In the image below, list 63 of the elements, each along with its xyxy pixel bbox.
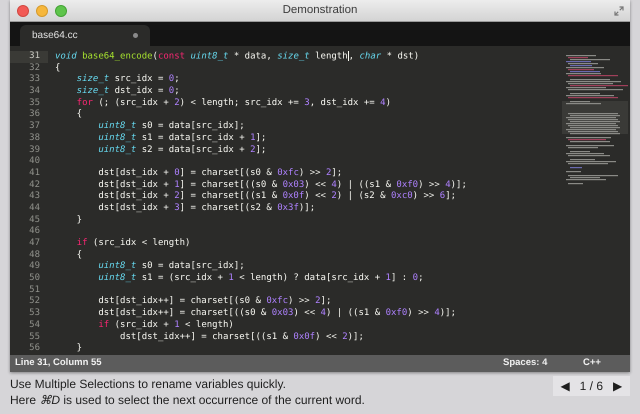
code-line: dst[dst_idx++] = charset[((s1 & 0x0f) << 2)]; — [119, 332, 364, 344]
line-number: 33 — [28, 74, 41, 86]
line-number: 32 — [28, 62, 41, 74]
next-button[interactable]: ▶ — [613, 377, 622, 395]
line-number: 35 — [28, 98, 41, 109]
zoom-button[interactable] — [55, 4, 67, 16]
line-number: 51 — [28, 284, 41, 296]
fullscreen-icon[interactable] — [614, 6, 624, 16]
code-line: uint8_t s1 = data[src_idx + 1]; — [97, 132, 266, 144]
line-number: 49 — [28, 261, 41, 273]
caption-text: Here ⌘D is used to select the next occurrence of the current word. — [10, 392, 366, 408]
line-number: 47 — [28, 238, 41, 250]
code-line: uint8_t s1 = (src_idx + 1 < length) ? data[src_idx + 1] : 0; — [97, 273, 424, 285]
line-number: 46 — [28, 226, 41, 238]
file-tab[interactable]: base64.cc — [20, 25, 150, 46]
code-line: if (src_idx < length) — [76, 238, 190, 250]
code-line: { — [76, 109, 82, 122]
code-line: } — [76, 343, 82, 355]
caption-text: Use Multiple Selections to rename variables quickly. — [10, 376, 287, 392]
code-line: } — [76, 214, 82, 226]
syntax-setting[interactable]: C++ — [583, 356, 625, 371]
code-line: size_t src_idx = 0; — [76, 74, 180, 86]
line-number: 38 — [28, 132, 41, 144]
close-button[interactable] — [17, 4, 29, 16]
line-number: 36 — [28, 109, 41, 121]
code-line: size_t dst_idx = 0; — [76, 86, 180, 98]
page-counter: 1 / 6 — [580, 378, 603, 395]
code-line: dst[dst_idx + 1] = charset[((s0 & 0x03) << 4) | ((s1 & 0xf0) >> 4)]; — [97, 180, 467, 191]
window-title: Demonstration — [282, 2, 358, 18]
code-line: dst[dst_idx + 2] = charset[((s1 & 0x0f) << 2) | (s2 & 0xc0) >> 6]; — [97, 191, 456, 203]
line-number: 40 — [28, 156, 41, 168]
code-line: { — [76, 250, 82, 262]
code-line: uint8_t s2 = data[src_idx + 2]; — [97, 144, 266, 156]
line-number: 31 — [10, 51, 48, 63]
line-number: 43 — [28, 191, 41, 203]
code-line: dst[dst_idx++] = charset[((s0 & 0x03) << 4) | ((s1 & 0xf0) >> 4)]; — [97, 308, 456, 320]
line-number: 54 — [28, 320, 41, 332]
line-number: 56 — [28, 343, 41, 355]
line-number: 50 — [28, 273, 41, 285]
code-line: if (src_idx + 1 < length) — [97, 320, 234, 332]
code-line: dst[dst_idx++] = charset[(s0 & 0xfc) >> 2]; — [97, 296, 332, 308]
minimize-button[interactable] — [36, 4, 48, 16]
line-number: 37 — [28, 121, 41, 133]
line-number: 34 — [28, 86, 41, 98]
indentation-setting[interactable]: Spaces: 4 — [503, 356, 583, 371]
previous-button[interactable]: ◀ — [560, 377, 570, 395]
line-number: 55 — [28, 332, 41, 343]
line-number: 44 — [28, 202, 41, 215]
code-line: dst[dst_idx + 0] = charset[(s0 & 0xfc) >> 2]; — [97, 168, 342, 180]
code-line: uint8_t s0 = data[src_idx]; — [97, 121, 245, 133]
line-number: 41 — [28, 168, 41, 180]
line-number: 39 — [28, 144, 41, 156]
code-line: dst[dst_idx + 3] = charset[(s2 & 0x3f)]; — [97, 202, 316, 215]
code-line: for (; (src_idx + 2) < length; src_idx += 3, dst_idx += 4) — [76, 98, 391, 109]
cursor-position: Line 31, Column 55 — [15, 356, 103, 370]
line-number: 48 — [28, 250, 41, 261]
line-number: 45 — [28, 214, 41, 226]
line-number: 42 — [28, 180, 41, 191]
code-line: { — [54, 62, 60, 74]
line-number: 52 — [28, 296, 41, 308]
code-line: uint8_t s0 = data[src_idx]; — [97, 261, 245, 273]
line-number: 53 — [28, 308, 41, 320]
code-line: void base64_encode(const uint8_t * data, size_t length, char * dst) — [54, 51, 420, 63]
